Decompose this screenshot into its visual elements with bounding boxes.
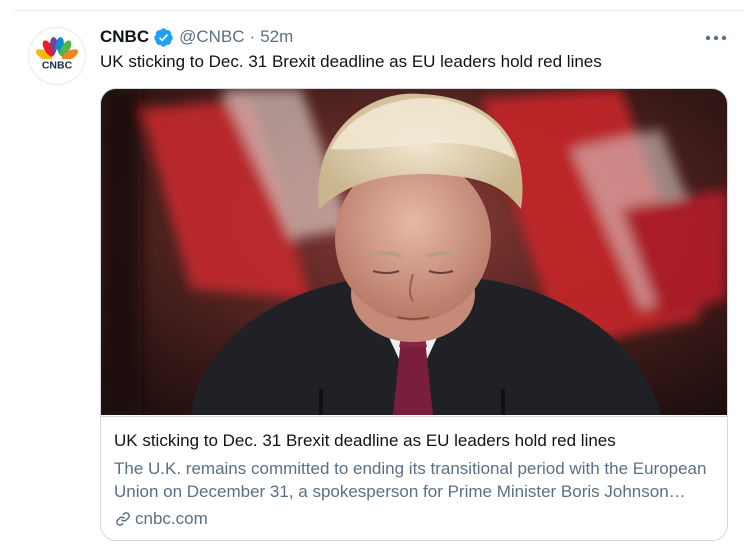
tweet-timestamp[interactable]: 52m	[260, 27, 293, 47]
card-body[interactable]: UK sticking to Dec. 31 Brexit deadline a…	[101, 416, 727, 540]
card-title[interactable]: UK sticking to Dec. 31 Brexit deadline a…	[114, 431, 616, 451]
card-domain-text[interactable]: cnbc.com	[135, 509, 208, 529]
tweet-text: UK sticking to Dec. 31 Brexit deadline a…	[100, 52, 602, 71]
link-icon	[114, 510, 132, 528]
author-name[interactable]: CNBC	[100, 27, 149, 47]
verified-badge-icon	[153, 27, 174, 48]
author-handle[interactable]: @CNBC	[179, 27, 244, 47]
card-photo	[101, 89, 727, 415]
card-image[interactable]	[101, 89, 727, 415]
card-description: The U.K. remains committed to ending its…	[114, 459, 707, 501]
tweet[interactable]: CNBC CNBC @CNBC · 52m UK sticking to Dec…	[14, 10, 744, 541]
more-horizontal-icon[interactable]	[702, 31, 730, 45]
avatar-logo-text: CNBC	[42, 60, 73, 72]
tweet-header: CNBC @CNBC · 52m	[100, 25, 293, 49]
avatar[interactable]: CNBC	[28, 27, 86, 85]
link-card[interactable]: UK sticking to Dec. 31 Brexit deadline a…	[100, 88, 728, 541]
cnbc-logo-icon: CNBC	[35, 37, 79, 72]
card-domain[interactable]: cnbc.com	[114, 509, 208, 529]
header-separator: ·	[249, 27, 256, 46]
